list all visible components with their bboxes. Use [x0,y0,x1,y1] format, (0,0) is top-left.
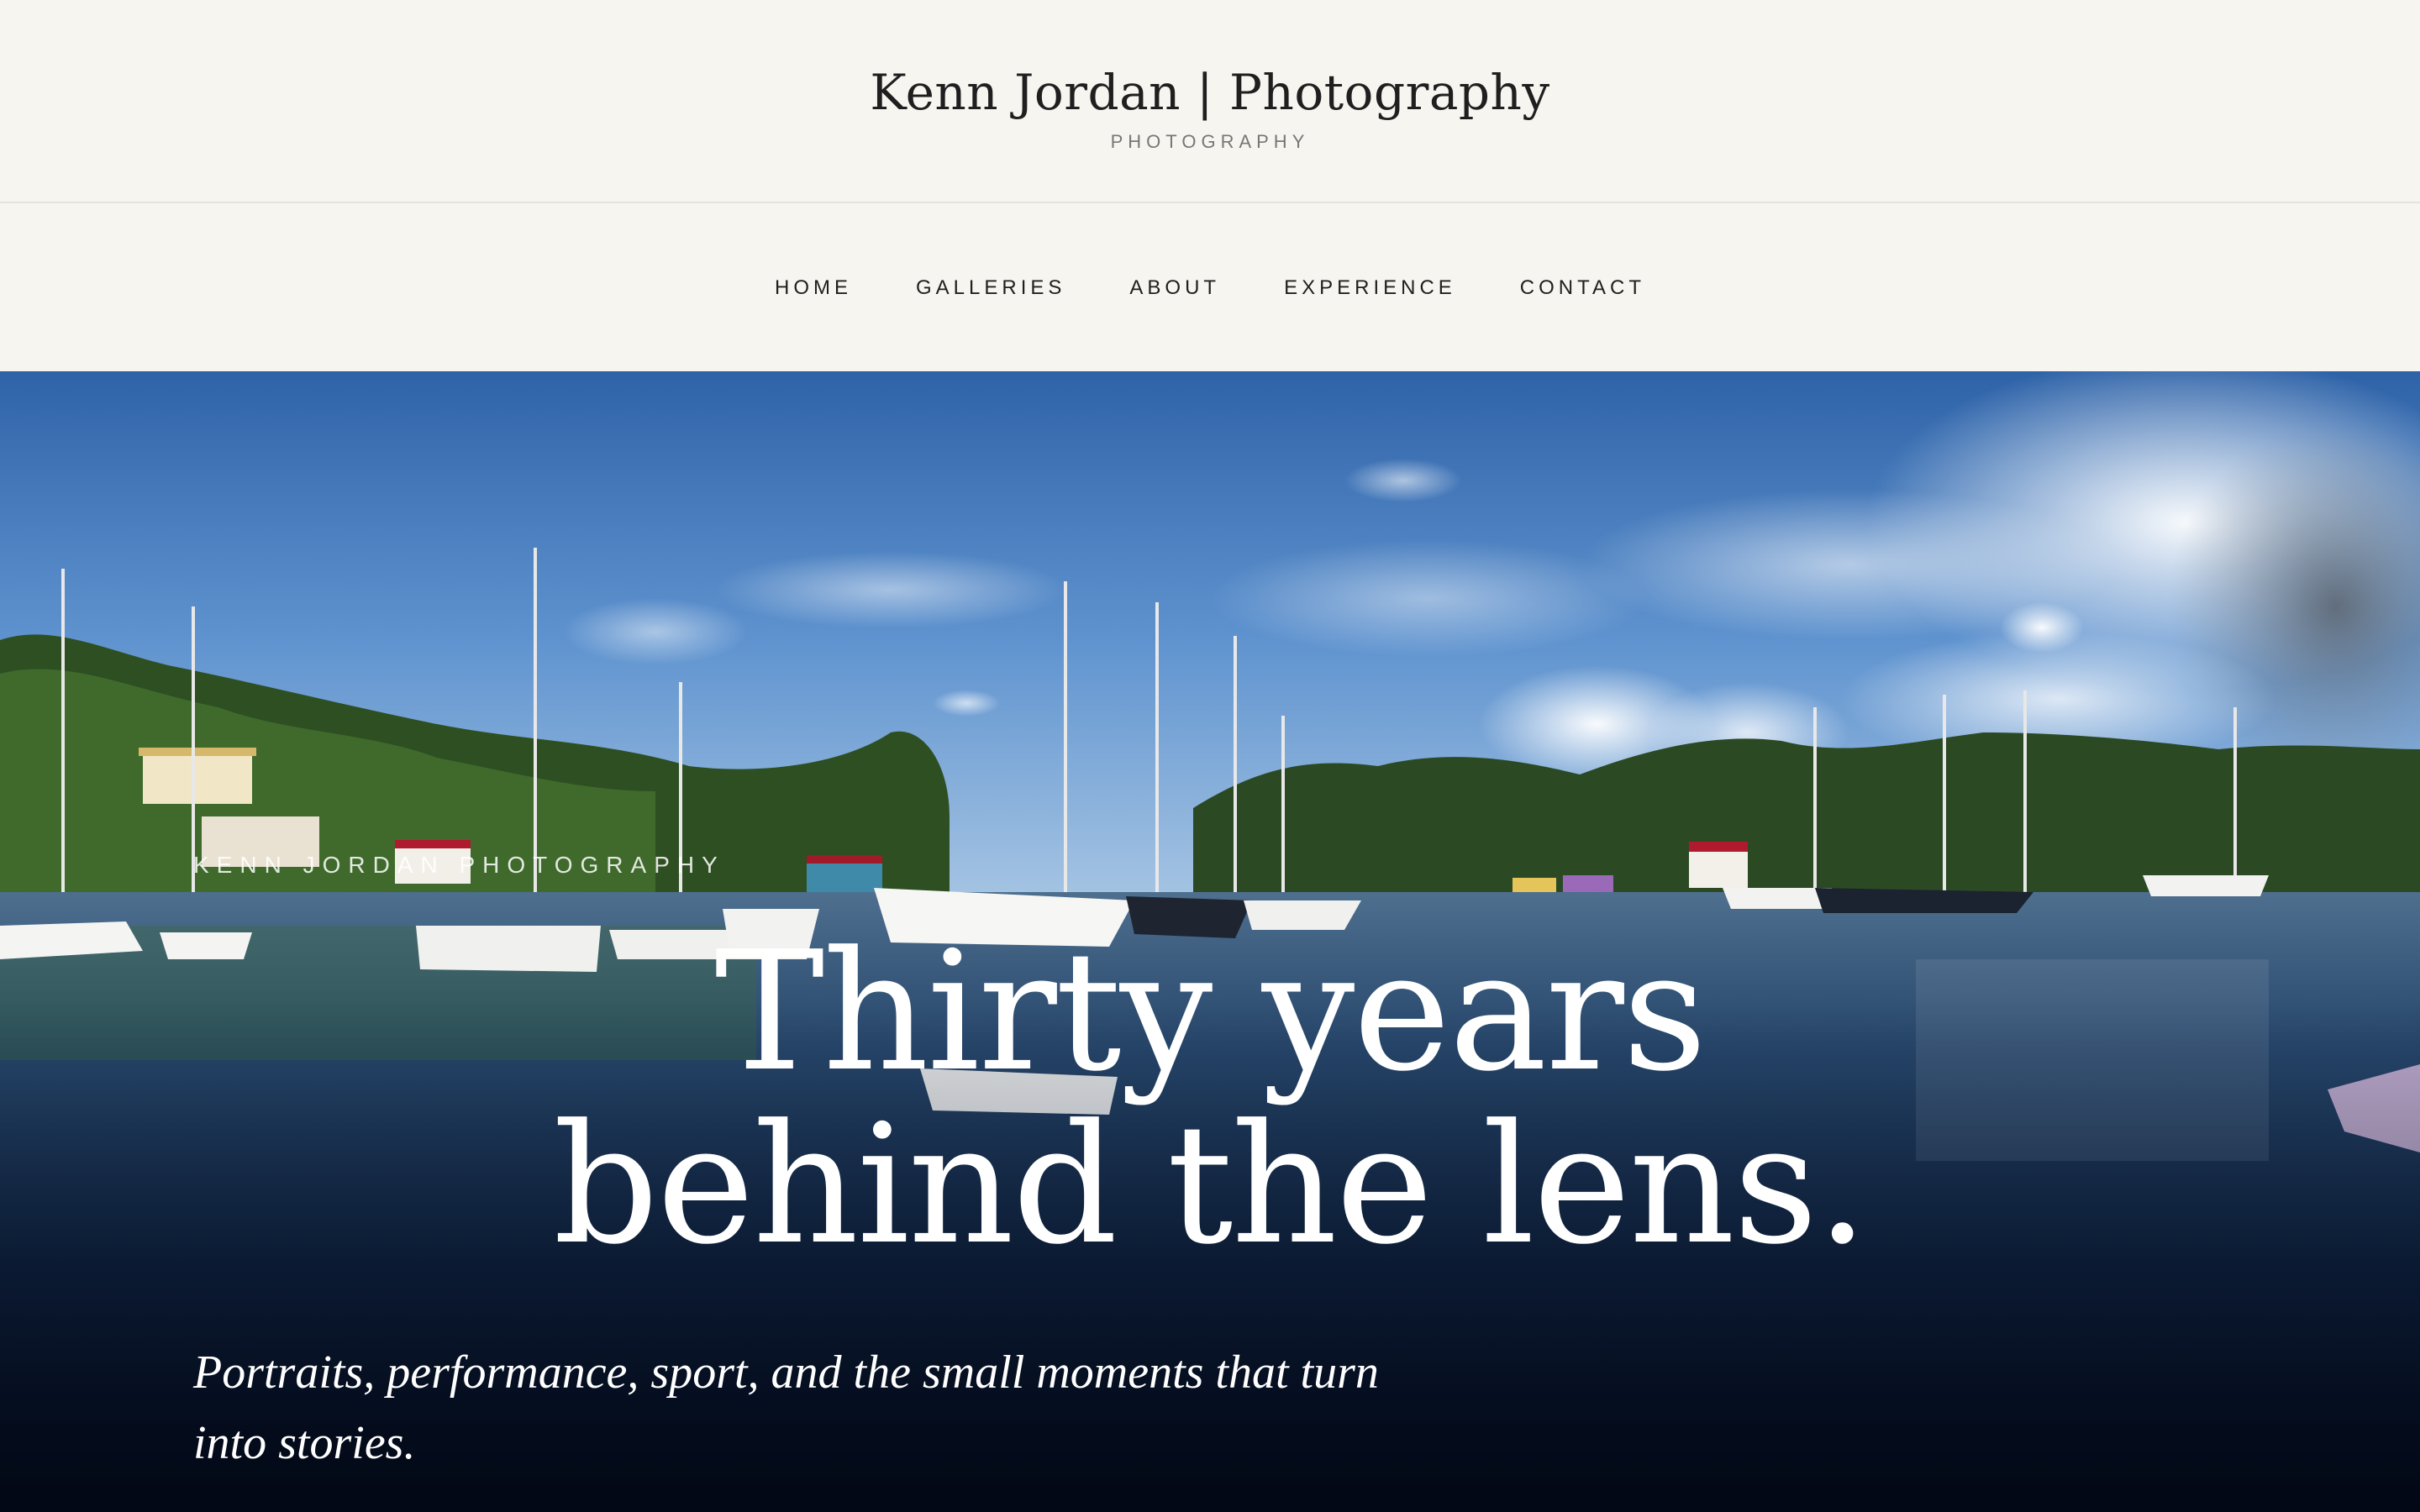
hero-heading: Thirty years behind the lens. [0,926,2420,1272]
nav-list: HOME GALLERIES ABOUT EXPERIENCE CONTACT [0,205,2420,371]
site-subtitle: PHOTOGRAPHY [1110,131,1310,152]
nav-item-galleries[interactable]: GALLERIES [916,276,1065,300]
brand[interactable]: Kenn Jordan | Photography PHOTOGRAPHY [0,60,2420,153]
nav-item-experience[interactable]: EXPERIENCE [1284,276,1456,300]
main-nav: HOME GALLERIES ABOUT EXPERIENCE CONTACT [0,205,2420,371]
site-header: Kenn Jordan | Photography PHOTOGRAPHY [0,0,2420,203]
nav-item-home[interactable]: HOME [775,276,852,300]
hero-watermark: KENN JORDAN PHOTOGRAPHY [193,852,725,878]
nav-item-about[interactable]: ABOUT [1129,276,1220,300]
hero-tagline: Portraits, performance, sport, and the s… [193,1347,1379,1469]
site-title[interactable]: Kenn Jordan | Photography [0,60,2420,124]
hero-heading-line1: Thirty years [714,916,1707,1108]
nav-item-contact[interactable]: CONTACT [1520,276,1645,300]
hero-section: KENN JORDAN PHOTOGRAPHY Thirty years beh… [0,371,2420,1512]
hero-heading-line2: behind the lens. [553,1089,1868,1281]
